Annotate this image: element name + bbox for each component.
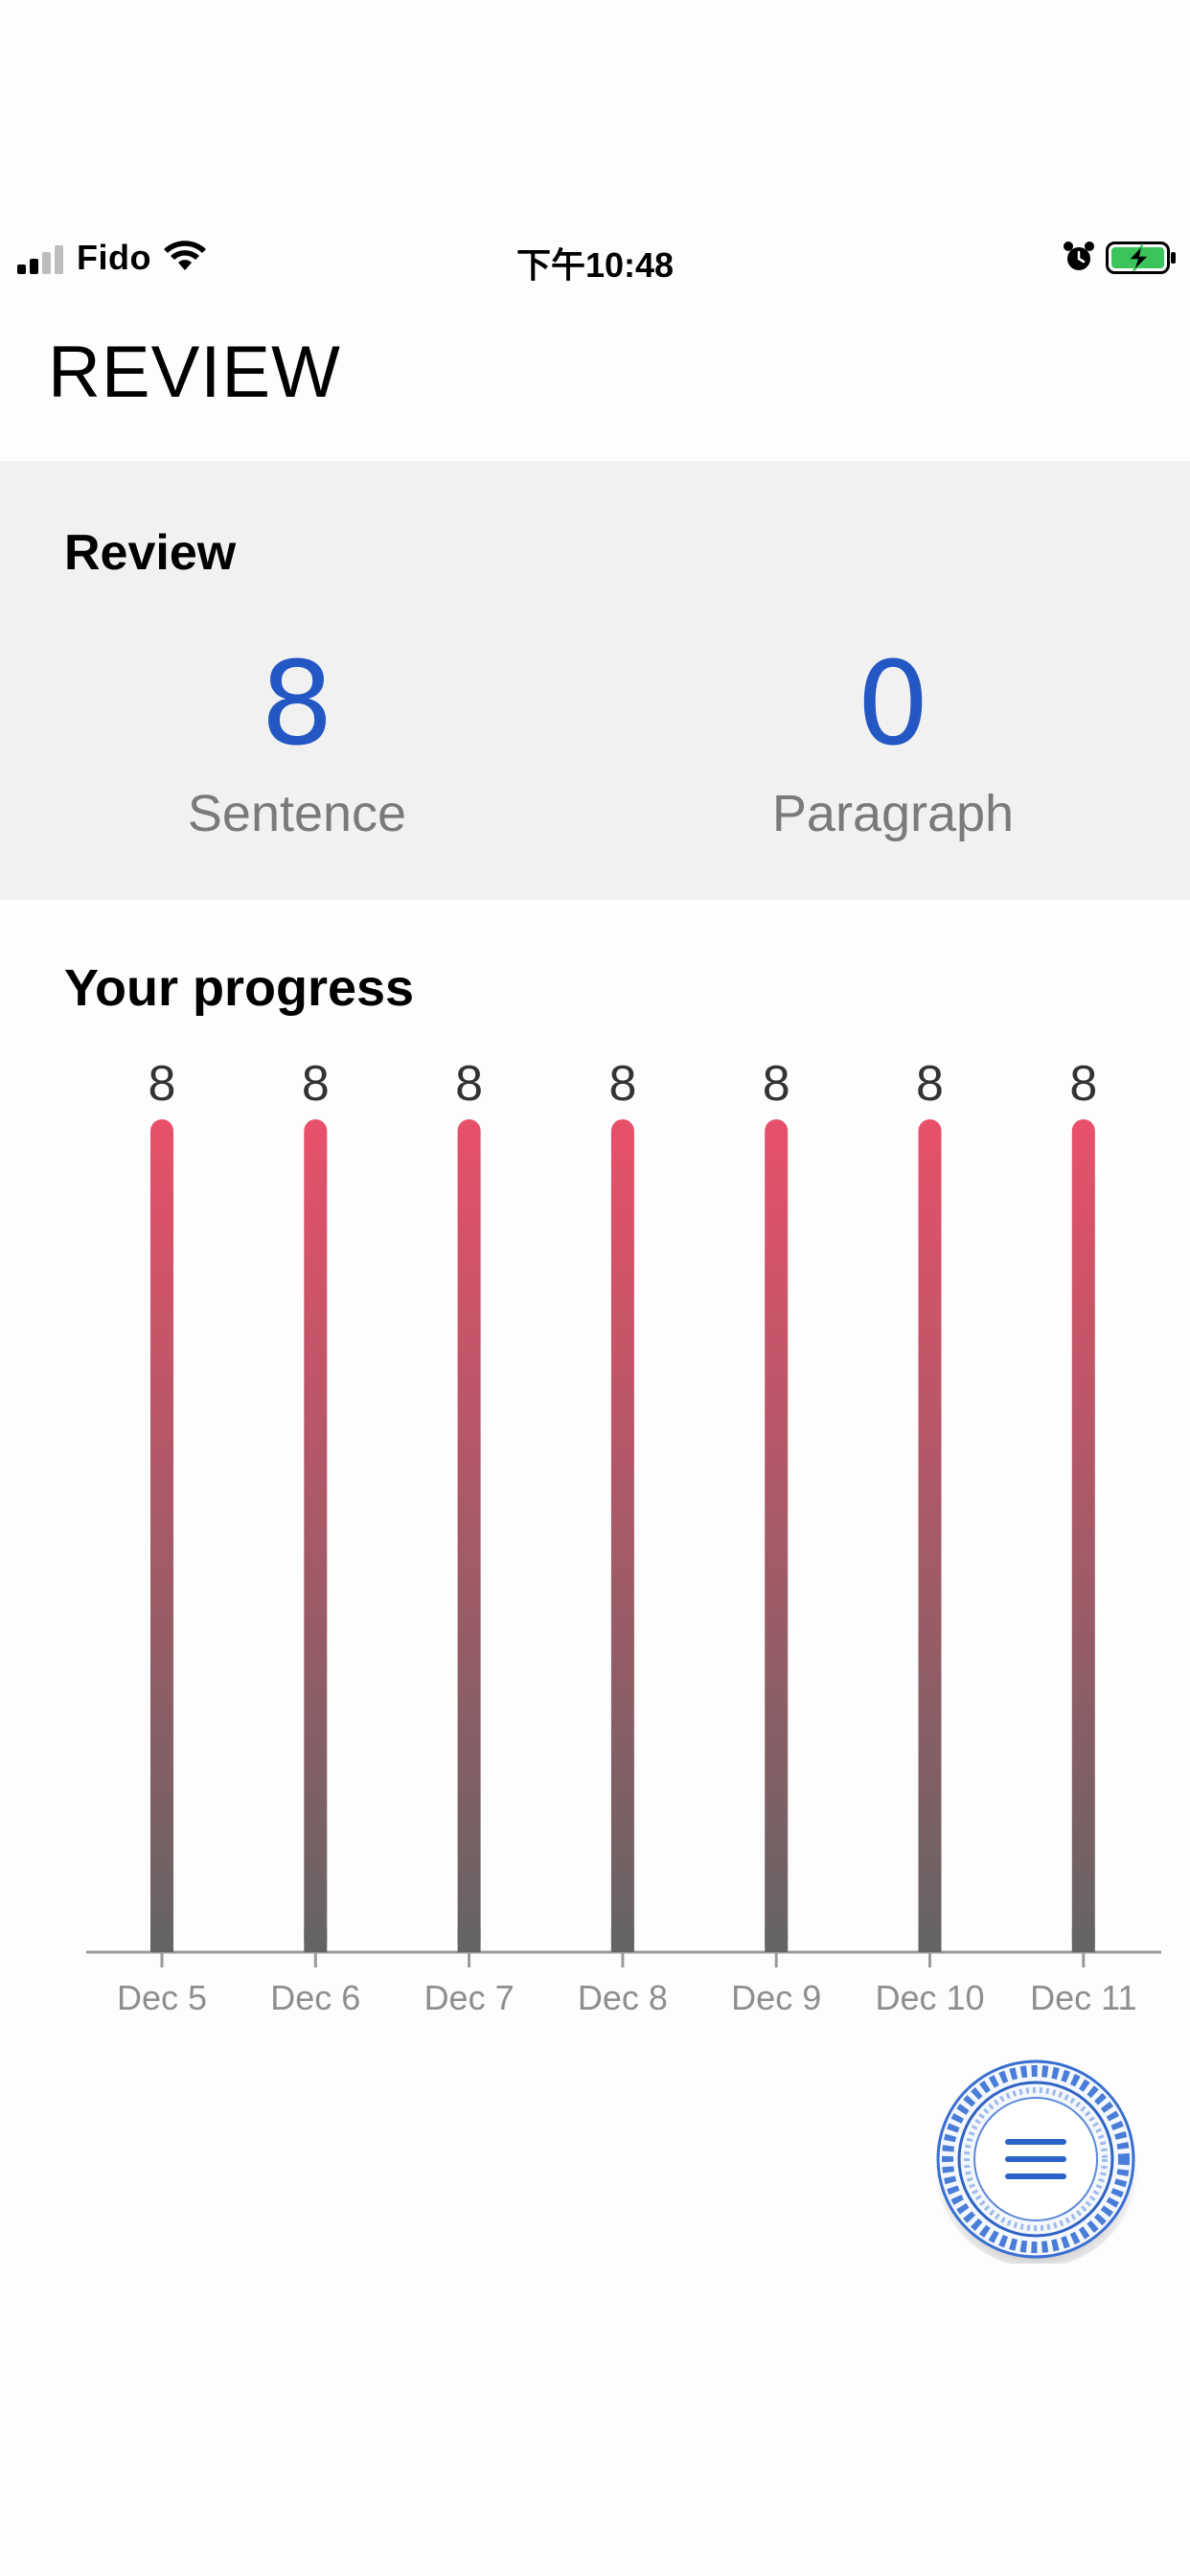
bar-value-label: 8 xyxy=(608,1056,636,1112)
bar-value-label: 8 xyxy=(763,1056,790,1112)
bar-value-label: 8 xyxy=(916,1056,944,1112)
bar-base-5 xyxy=(918,1929,942,1952)
status-bar: Fido 下午10:48 xyxy=(0,230,1190,288)
bar-base-1 xyxy=(304,1929,328,1952)
x-tick-label: Dec 6 xyxy=(270,1978,360,2017)
bar-4 xyxy=(765,1119,789,1952)
paragraph-stat[interactable]: 0 Paragraph xyxy=(692,648,1094,843)
x-tick-label: Dec 5 xyxy=(117,1978,207,2017)
bar-1 xyxy=(304,1119,328,1952)
bar-6 xyxy=(1071,1119,1095,1952)
bar-base-3 xyxy=(610,1929,634,1952)
bar-0 xyxy=(150,1119,173,1952)
fab-plate-graphic xyxy=(935,2059,1138,2267)
x-tick-label: Dec 9 xyxy=(731,1978,821,2017)
paragraph-label: Paragraph xyxy=(771,785,1015,842)
x-tick-label: Dec 7 xyxy=(424,1978,515,2017)
paragraph-count: 0 xyxy=(856,638,930,771)
sentence-count: 8 xyxy=(260,638,334,771)
bar-value-label: 8 xyxy=(302,1056,330,1112)
x-tick-label: Dec 11 xyxy=(1030,1978,1136,2017)
bar-base-2 xyxy=(457,1929,481,1952)
x-tick-label: Dec 8 xyxy=(578,1978,668,2017)
bar-value-label: 8 xyxy=(149,1056,176,1112)
bar-2 xyxy=(457,1119,481,1952)
bar-5 xyxy=(918,1119,942,1952)
review-panel: Review 8 Sentence 0 Paragraph xyxy=(0,461,1190,900)
sentence-stat[interactable]: 8 Sentence xyxy=(96,648,498,843)
bar-value-label: 8 xyxy=(1069,1056,1097,1112)
bar-value-label: 8 xyxy=(455,1056,483,1112)
progress-heading: Your progress xyxy=(64,959,415,1017)
bar-base-4 xyxy=(765,1929,789,1952)
bar-3 xyxy=(610,1119,634,1952)
sentence-label: Sentence xyxy=(187,785,407,842)
battery-charging-icon xyxy=(1106,242,1176,274)
x-tick-label: Dec 10 xyxy=(875,1978,984,2017)
progress-chart: 8 Dec 5 8 Dec 6 8 Dec 7 8 Dec 8 8 Dec 9 8 Dec 10 8 De… xyxy=(0,1016,1190,2032)
menu-fab-button[interactable] xyxy=(931,2055,1140,2267)
bar-base-0 xyxy=(150,1929,173,1952)
bar-base-6 xyxy=(1071,1929,1095,1952)
alarm-icon xyxy=(1064,242,1094,270)
progress-chart-svg: 8 Dec 5 8 Dec 6 8 Dec 7 8 Dec 8 8 Dec 9 8 Dec 10 8 De… xyxy=(86,1056,1161,2017)
review-heading: Review xyxy=(64,525,237,581)
status-time: 下午10:48 xyxy=(515,245,675,285)
page-title: REVIEW xyxy=(48,332,341,413)
